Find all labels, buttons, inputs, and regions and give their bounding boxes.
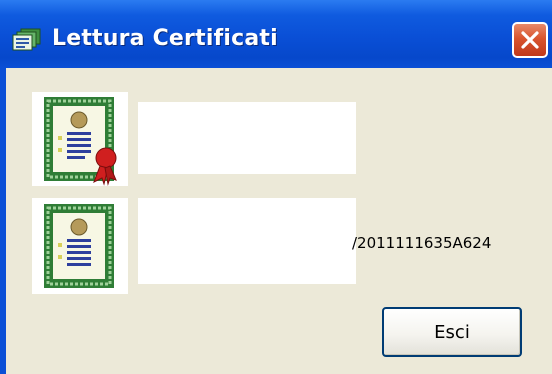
certificate-with-seal-icon[interactable] bbox=[32, 92, 128, 186]
certificate-1-info bbox=[138, 102, 356, 174]
close-button[interactable] bbox=[512, 22, 548, 58]
certificate-2-info-mask bbox=[138, 198, 356, 284]
certificates-icon bbox=[12, 28, 42, 52]
close-icon bbox=[521, 31, 539, 49]
exit-button[interactable]: Esci bbox=[382, 307, 522, 357]
certificate-icon[interactable] bbox=[32, 198, 128, 294]
title-bar[interactable]: Lettura Certificati bbox=[0, 0, 552, 68]
certificate-2-path: /2011111635A624 bbox=[352, 234, 492, 252]
window-title: Lettura Certificati bbox=[52, 26, 278, 51]
